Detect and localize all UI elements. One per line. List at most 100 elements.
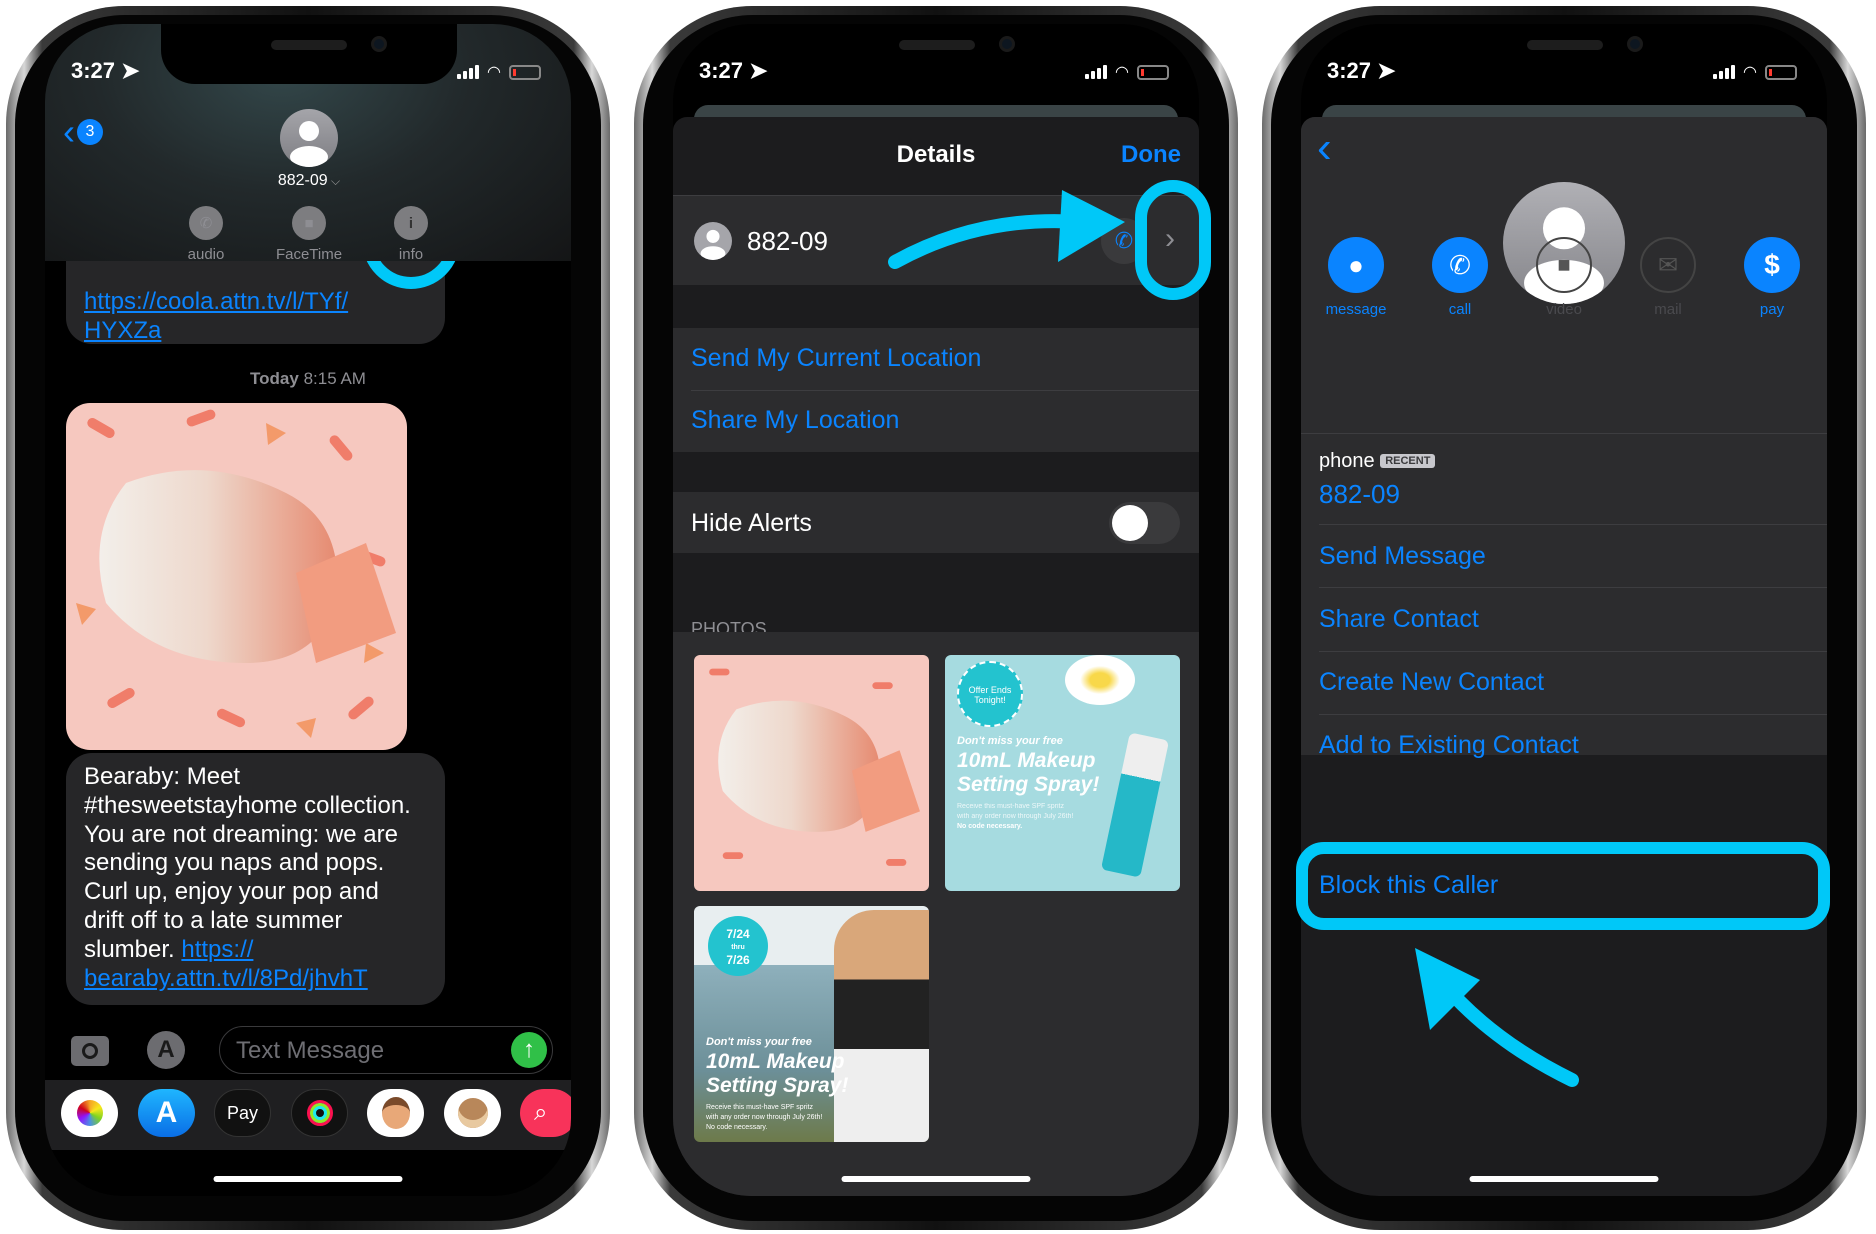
chevron-down-icon: ⌵ (327, 174, 341, 188)
video-action[interactable]: ■ video (1519, 237, 1609, 318)
camera-button[interactable] (71, 1036, 109, 1066)
video-icon: ■ (292, 206, 326, 240)
app-store-icon: A (157, 1036, 175, 1063)
notch (789, 24, 1085, 84)
send-current-location-button[interactable]: Send My Current Location (691, 344, 981, 373)
app-store-app[interactable]: A (138, 1089, 195, 1137)
message-link[interactable]: bearaby.attn.tv/l/8Pd/jhvhT (84, 965, 368, 994)
flower (1065, 655, 1135, 705)
memoji-app[interactable] (367, 1089, 424, 1137)
arrow-up-icon: ↑ (523, 1036, 535, 1063)
promo-text: 10mL Makeup (706, 1050, 845, 1073)
promo-fine-print: with any order now through July 26th! (706, 1114, 823, 1121)
app-drawer: A Pay ⌕ (45, 1080, 571, 1150)
message-action[interactable]: ● message (1311, 237, 1401, 318)
phone-number-link[interactable]: 882-09 (1319, 479, 1400, 510)
message-link[interactable]: https:// (181, 936, 253, 963)
contact-row[interactable]: 882-09 ✆ › (673, 195, 1199, 285)
phone-messages: 3:27 ➤ ◠ ‹ 3 882-09 ⌵ ✆ audio ■ FaceTime i… (6, 6, 610, 1230)
contact-screen: 3:27 ➤ ◠ ‹ ● message ✆ call ■ video ✉ mail $… (1301, 24, 1827, 1196)
send-message-button[interactable]: Send Message (1319, 542, 1486, 571)
status-icons: ◠ (1713, 62, 1797, 82)
info-button[interactable]: i info (366, 206, 456, 263)
home-indicator[interactable] (841, 1176, 1031, 1182)
photos-app[interactable] (61, 1089, 118, 1137)
promo-text: Setting Spray! (957, 773, 1100, 796)
pay-action[interactable]: $ pay (1727, 237, 1817, 318)
contact-card: ‹ ● message ✆ call ■ video ✉ mail $ pay phone… (1301, 117, 1827, 759)
audio-button[interactable]: ✆ audio (161, 206, 251, 263)
promo-fine-print: No code necessary. (706, 1124, 768, 1131)
message-link[interactable]: https://coola.attn.tv/l/TYf/ (84, 288, 427, 317)
apple-pay-app[interactable]: Pay (214, 1089, 271, 1137)
unread-badge: 3 (77, 119, 103, 145)
hide-alerts-toggle[interactable] (1109, 502, 1180, 544)
messages-screen: 3:27 ➤ ◠ ‹ 3 882-09 ⌵ ✆ audio ■ FaceTime i… (45, 24, 571, 1196)
video-icon: ■ (1536, 237, 1592, 293)
share-contact-button[interactable]: Share Contact (1319, 605, 1479, 634)
call-action[interactable]: ✆ call (1415, 237, 1505, 318)
home-indicator[interactable] (1469, 1176, 1659, 1182)
status-icons: ◠ (1085, 62, 1169, 82)
contact-sheet: ‹ ● message ✆ call ■ video ✉ mail $ pay phone… (1301, 117, 1827, 1196)
send-button[interactable]: ↑ (511, 1032, 547, 1068)
toggle-knob (1112, 505, 1148, 541)
message-bubble-icon: ● (1328, 237, 1384, 293)
text-message-input[interactable]: Text Message ↑ (219, 1026, 553, 1074)
hide-alerts-row: Hide Alerts (673, 492, 1199, 553)
contact-name-button[interactable]: 882-09 ⌵ (249, 172, 369, 190)
mail-icon: ✉ (1640, 237, 1696, 293)
app-store-icon: A (155, 1096, 178, 1129)
knit-blanket-photo (709, 668, 920, 866)
app-store-button[interactable]: A (147, 1031, 185, 1069)
mail-action[interactable]: ✉ mail (1623, 237, 1713, 318)
share-location-button[interactable]: Share My Location (691, 406, 899, 435)
done-button[interactable]: Done (1121, 141, 1181, 169)
contact-avatar[interactable] (280, 109, 338, 167)
message-line: Bearaby: Meet (84, 763, 241, 790)
animoji-app[interactable] (444, 1089, 501, 1137)
message-line: You are not dreaming: we are (84, 820, 398, 848)
image-search-icon: ⌕ (534, 1099, 548, 1126)
spray-bottle (1100, 732, 1170, 878)
message-line: Curl up, enjoy your pop and (84, 878, 379, 906)
promo-text: Setting Spray! (706, 1074, 849, 1097)
back-button[interactable]: ‹ (1317, 123, 1332, 173)
camera-icon (82, 1043, 98, 1059)
create-new-contact-button[interactable]: Create New Contact (1319, 668, 1544, 697)
block-caller-button[interactable]: Block this Caller (1319, 871, 1498, 900)
signal-icon (457, 65, 480, 79)
back-button[interactable]: ‹ 3 (63, 114, 103, 150)
person-icon (290, 121, 328, 167)
person-icon (700, 229, 726, 260)
date-badge: 7/24 thru 7/26 (708, 916, 768, 976)
add-to-existing-contact-button[interactable]: Add to Existing Contact (1319, 731, 1579, 760)
block-caller-row[interactable]: Block this Caller (1301, 855, 1827, 917)
home-indicator[interactable] (213, 1176, 403, 1182)
notch (1417, 24, 1713, 84)
search-images-app[interactable]: ⌕ (520, 1089, 571, 1137)
photos-grid: Offer Ends Tonight! Don't miss your free … (673, 632, 1199, 1196)
details-screen: 3:27 ➤ ◠ Details Done 882-09 ✆ › Send My… (673, 24, 1199, 1196)
contact-name: 882-09 (747, 226, 828, 256)
activity-app[interactable] (291, 1089, 348, 1137)
phone-icon: ✆ (1432, 237, 1488, 293)
battery-icon (509, 64, 541, 80)
call-button[interactable]: ✆ (1101, 218, 1147, 264)
photo-thumbnail[interactable]: 7/24 thru 7/26 Don't miss your free 10mL M… (694, 906, 929, 1142)
photo-thumbnail[interactable]: Offer Ends Tonight! Don't miss your free … (945, 655, 1180, 891)
message-link[interactable]: HYXZa (84, 317, 161, 346)
photo-thumbnail[interactable] (694, 655, 929, 891)
message-image[interactable] (66, 403, 407, 750)
message-bubble: Bearaby: Meet #thesweetstayhome collecti… (66, 753, 445, 1005)
phone-details: 3:27 ➤ ◠ Details Done 882-09 ✆ › Send My… (634, 6, 1238, 1230)
recent-badge: RECENT (1380, 454, 1436, 468)
facetime-button[interactable]: ■ FaceTime (264, 206, 354, 263)
promo-text: 10mL Makeup (957, 749, 1096, 772)
offer-badge: Offer Ends Tonight! (957, 661, 1023, 727)
status-time: 3:27 ➤ (699, 58, 768, 83)
promo-fine-print: Receive this must-have SPF spritz (957, 803, 1064, 810)
location-group: Send My Current Location Share My Locati… (673, 328, 1199, 452)
message-line: slumber. (84, 935, 182, 963)
chevron-right-icon[interactable]: › (1165, 222, 1175, 256)
